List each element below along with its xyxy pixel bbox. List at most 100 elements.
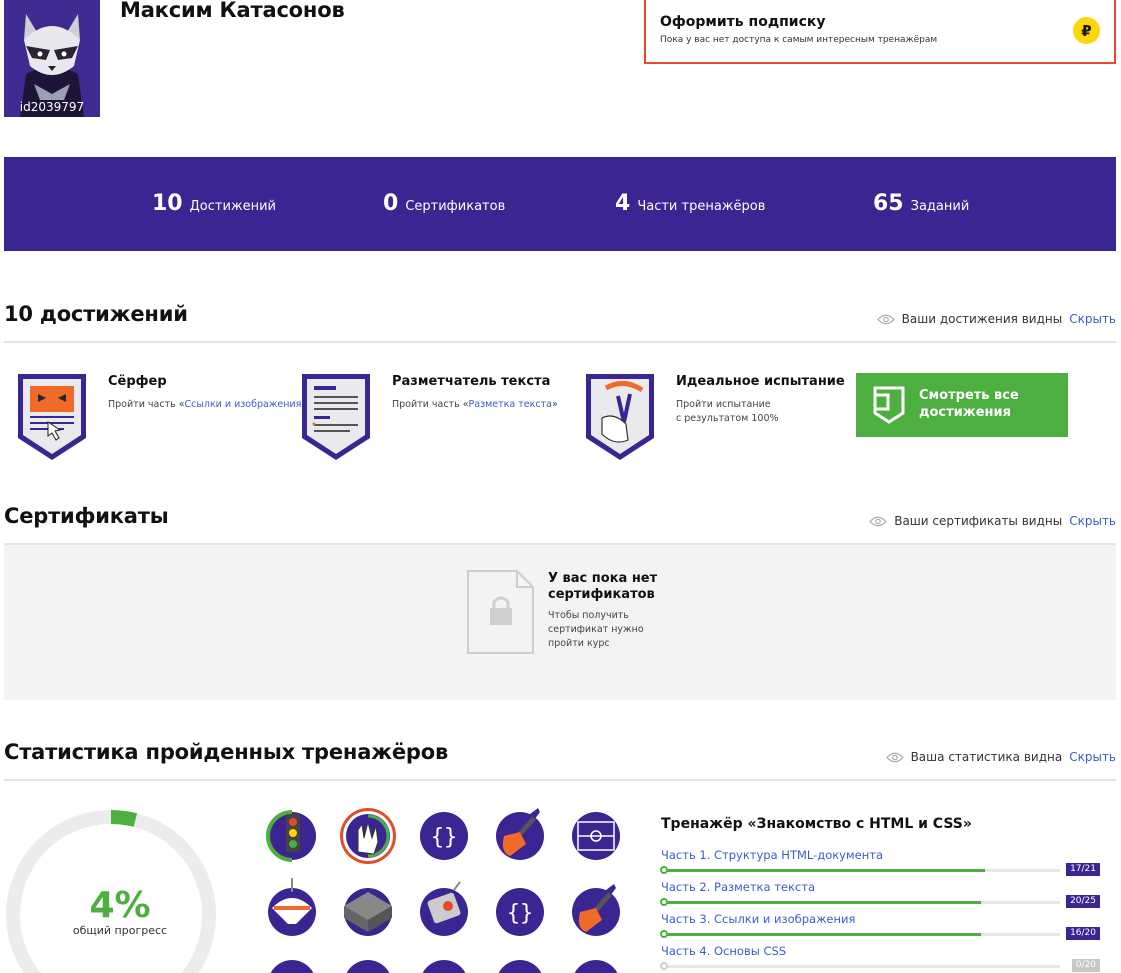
- trainer-part-row[interactable]: Часть 2. Разметка текста 20/25: [660, 880, 1101, 912]
- lego-brick-icon[interactable]: [344, 888, 392, 936]
- achievement-title: Разметчатель текста: [392, 374, 551, 389]
- progress-start-dot: [660, 866, 668, 874]
- certificates-empty-state: У вас пока нет сертификатов Чтобы получит…: [4, 545, 1116, 700]
- trainer-part-link[interactable]: Часть 2. Разметка текста: [661, 880, 815, 894]
- slingshot-badge-icon: [586, 374, 654, 460]
- divider: [4, 779, 1116, 781]
- overall-progress-caption: общий прогресс: [72, 924, 168, 937]
- progress-count-badge: 16/20: [1066, 927, 1100, 940]
- trainer-part-link[interactable]: Часть 1. Структура HTML-документа: [661, 848, 883, 862]
- progress-fill: [663, 869, 985, 872]
- spinning-top-icon[interactable]: [268, 878, 316, 936]
- badge-outline-icon: [873, 386, 905, 424]
- stat-value: 0: [383, 191, 399, 216]
- view-all-line: Смотреть все: [919, 388, 1019, 403]
- trainer-part-link[interactable]: Часть 4. Основы CSS: [661, 944, 786, 958]
- empty-description: Чтобы получить сертификат нужно пройти кур…: [548, 609, 657, 651]
- stat-trainer-parts: 4 Части тренажёров: [615, 191, 765, 216]
- visibility-text: Ваша статистика видна: [910, 750, 1063, 764]
- soccer-field-icon[interactable]: [572, 812, 620, 860]
- certificates-visibility: Ваши сертификаты видны Скрыть: [869, 514, 1116, 528]
- subscribe-title: Оформить подписку: [660, 14, 826, 30]
- curly-braces-icon[interactable]: {}: [496, 888, 544, 936]
- progress-start-dot: [660, 962, 668, 970]
- stat-label: Заданий: [910, 199, 970, 214]
- subscribe-card[interactable]: Оформить подписку Пока у вас нет доступа…: [644, 0, 1116, 64]
- achievement-description: Пройти часть «Ссылки и изображения»: [108, 398, 307, 412]
- trainer-icon[interactable]: [420, 960, 468, 973]
- subscribe-description: Пока у вас нет доступа к самым интересны…: [660, 35, 938, 45]
- achievements-title: 10 достижений: [4, 302, 188, 326]
- progress-track: [660, 930, 1060, 938]
- stat-tasks: 65 Заданий: [873, 191, 969, 216]
- visibility-text: Ваши достижения видны: [901, 312, 1063, 326]
- hide-link[interactable]: Скрыть: [1069, 312, 1116, 326]
- divider: [4, 341, 1116, 343]
- desc-text: Пройти испытание: [676, 399, 771, 410]
- stat-certificates: 0 Сертификатов: [383, 191, 505, 216]
- surfer-badge-icon: [18, 374, 86, 460]
- stat-achievements: 10 Достижений: [152, 191, 276, 216]
- empty-title-line: сертификатов: [548, 587, 655, 602]
- achievements-visibility: Ваши достижения видны Скрыть: [876, 312, 1116, 326]
- progress-start-dot: [660, 898, 668, 906]
- spock-hand-icon[interactable]: [340, 808, 396, 864]
- view-all-label: Смотреть все достижения: [919, 387, 1019, 421]
- avatar[interactable]: id2039797: [4, 0, 100, 117]
- view-all-achievements-button[interactable]: Смотреть все достижения: [856, 373, 1068, 437]
- certificates-title: Сертификаты: [4, 504, 169, 528]
- stat-value: 65: [873, 191, 904, 216]
- robot-icon[interactable]: [420, 881, 468, 936]
- trainer-icon[interactable]: [496, 960, 544, 973]
- eye-icon: [869, 516, 888, 526]
- hide-link[interactable]: Скрыть: [1069, 750, 1116, 764]
- trainer-icons-grid: {} {}: [266, 808, 620, 973]
- paint-brush-icon[interactable]: [572, 884, 620, 936]
- desc-text: с результатом 100%: [676, 413, 779, 424]
- achievement-description: Пройти испытание с результатом 100%: [676, 398, 779, 426]
- desc-link[interactable]: Разметка текста: [469, 399, 552, 410]
- trainer-icon[interactable]: [344, 960, 392, 973]
- stat-value: 4: [615, 191, 631, 216]
- empty-title: У вас пока нет сертификатов: [548, 571, 657, 603]
- empty-desc-line: пройти курс: [548, 638, 610, 649]
- paint-brush-icon[interactable]: [496, 808, 544, 860]
- trainer-progress: Тренажёр «Знакомство с HTML и CSS» Часть…: [660, 816, 1101, 972]
- progress-track: [660, 962, 1060, 970]
- desc-text: »: [551, 399, 558, 410]
- eye-icon: [885, 752, 904, 762]
- stat-label: Части тренажёров: [637, 199, 766, 214]
- overall-progress-value: 4%: [89, 885, 151, 926]
- empty-desc-line: сертификат нужно: [548, 624, 644, 635]
- eye-icon: [876, 314, 895, 324]
- trainer-title: Тренажёр «Знакомство с HTML и CSS»: [661, 816, 972, 832]
- trainer-part-row[interactable]: Часть 1. Структура HTML-документа 17/21: [660, 848, 1101, 880]
- desc-text: Пройти часть «: [392, 399, 469, 410]
- empty-title-line: У вас пока нет: [548, 571, 658, 586]
- trainer-part-row[interactable]: Часть 4. Основы CSS 0/20: [660, 944, 1101, 973]
- trainer-part-link[interactable]: Часть 3. Ссылки и изображения: [661, 912, 855, 926]
- stats-band: 10 Достижений 0 Сертификатов 4 Части тре…: [4, 157, 1116, 251]
- svg-text:{}: {}: [431, 825, 458, 850]
- progress-fill: [663, 901, 981, 904]
- progress-count-badge: 17/21: [1066, 863, 1100, 876]
- text-markup-badge-icon: [302, 374, 370, 460]
- achievement-title: Идеальное испытание: [676, 374, 845, 389]
- achievement-title: Сёрфер: [108, 374, 167, 389]
- svg-text:{}: {}: [507, 901, 534, 926]
- curly-braces-icon[interactable]: {}: [420, 812, 468, 860]
- trainer-icon[interactable]: [572, 960, 620, 973]
- desc-text: Пройти часть «: [108, 399, 185, 410]
- trainer-icon[interactable]: [268, 960, 316, 973]
- visibility-text: Ваши сертификаты видны: [894, 514, 1063, 528]
- progress-fill: [663, 933, 981, 936]
- user-name: Максим Катасонов: [120, 0, 345, 22]
- empty-desc-line: Чтобы получить: [548, 610, 629, 621]
- ruble-icon: ₽: [1073, 17, 1100, 44]
- hide-link[interactable]: Скрыть: [1069, 514, 1116, 528]
- trainer-part-row[interactable]: Часть 3. Ссылки и изображения 16/20: [660, 912, 1101, 944]
- desc-link[interactable]: Ссылки и изображения: [185, 399, 302, 410]
- progress-start-dot: [660, 930, 668, 938]
- traffic-light-icon[interactable]: [266, 810, 316, 862]
- stat-label: Достижений: [189, 199, 277, 214]
